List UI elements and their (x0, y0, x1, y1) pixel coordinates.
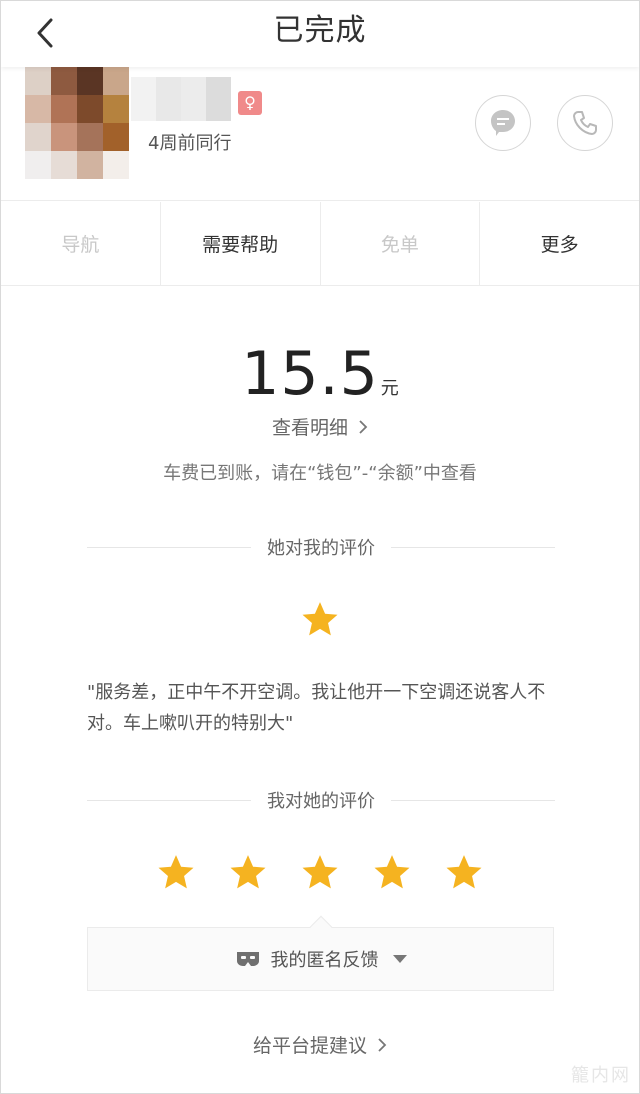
star-icon (374, 855, 410, 889)
rating-of-me-title: 她对我的评价 (267, 538, 375, 559)
mask-icon (236, 952, 259, 966)
avatar-pixel (77, 123, 103, 151)
watermark: 籠内网 (571, 1065, 631, 1086)
rating-of-me-stars (1, 599, 639, 641)
ride-time-label: 4周前同行 (148, 133, 232, 154)
phone-icon (573, 111, 597, 135)
my-rating-header: 我对她的评价 (87, 787, 555, 813)
call-button[interactable] (557, 95, 613, 151)
pointer-arrow (309, 915, 333, 939)
view-details-label: 查看明细 (271, 417, 348, 439)
message-button[interactable] (475, 95, 531, 151)
star-icon (230, 855, 266, 889)
avatar-pixel (77, 151, 103, 179)
divider (391, 546, 555, 548)
avatar-pixel (77, 95, 103, 123)
fare-display: 15.5 元 (1, 339, 639, 409)
caret-down-icon (392, 955, 407, 963)
payment-notice: 车费已到账，请在“钱包”-“余额”中查看 (163, 463, 477, 484)
avatar-pixel (25, 95, 51, 123)
page-title: 已完成 (273, 13, 367, 48)
screen: 已完成 ♀ 4周前同行 导航 需要帮助 免单 更多 15.5 元 查看明细 车费… (0, 0, 640, 1094)
chevron-right-icon (378, 1038, 387, 1052)
avatar-pixel (103, 123, 129, 151)
avatar-pixel (77, 67, 103, 95)
rating-of-me-header: 她对我的评价 (87, 534, 555, 560)
avatar-pixel (51, 151, 77, 179)
divider (391, 799, 555, 801)
my-rating-stars (1, 852, 639, 894)
navigate-button[interactable]: 导航 (1, 202, 161, 285)
avatar-pixel (25, 151, 51, 179)
name-pixel (156, 77, 181, 121)
star-icon (446, 855, 482, 889)
avatar-pixel (103, 67, 129, 95)
avatar-pixel (103, 95, 129, 123)
chat-bubble-icon (491, 110, 515, 136)
more-button[interactable]: 更多 (480, 202, 639, 285)
divider (87, 799, 251, 801)
suggest-label: 给平台提建议 (252, 1035, 367, 1057)
star-icon (158, 855, 194, 889)
fare-amount: 15.5 (241, 339, 379, 409)
avatar-pixel (103, 151, 129, 179)
avatar-pixel (25, 67, 51, 95)
avatar-pixel (51, 67, 77, 95)
my-rating-title: 我对她的评价 (267, 791, 375, 812)
divider (87, 546, 251, 548)
anonymous-feedback-label: 我的匿名反馈 (270, 950, 379, 971)
driver-card: ♀ 4周前同行 (1, 67, 639, 201)
suggest-to-platform-link[interactable]: 给平台提建议 (1, 1031, 639, 1058)
driver-name-blurred (131, 77, 231, 121)
star-icon (302, 602, 338, 636)
free-order-button[interactable]: 免单 (321, 202, 481, 285)
need-help-button[interactable]: 需要帮助 (161, 202, 321, 285)
anonymous-feedback-toggle[interactable]: 我的匿名反馈 (87, 915, 554, 991)
chevron-right-icon (359, 420, 368, 434)
fare-unit: 元 (380, 378, 399, 399)
avatar[interactable] (25, 67, 129, 179)
avatar-pixel (51, 95, 77, 123)
avatar-pixel (51, 123, 77, 151)
female-icon: ♀ (238, 91, 262, 115)
name-pixel (206, 77, 231, 121)
rating-comment: "服务差，正中午不开空调。我让他开一下空调还说客人不对。车上嗽叭开的特别大" (87, 682, 546, 734)
star-icon (302, 855, 338, 889)
action-bar: 导航 需要帮助 免单 更多 (1, 202, 639, 286)
top-bar: 已完成 (1, 1, 639, 67)
avatar-pixel (25, 123, 51, 151)
view-details-link[interactable]: 查看明细 (1, 413, 639, 440)
name-pixel (131, 77, 156, 121)
name-pixel (181, 77, 206, 121)
